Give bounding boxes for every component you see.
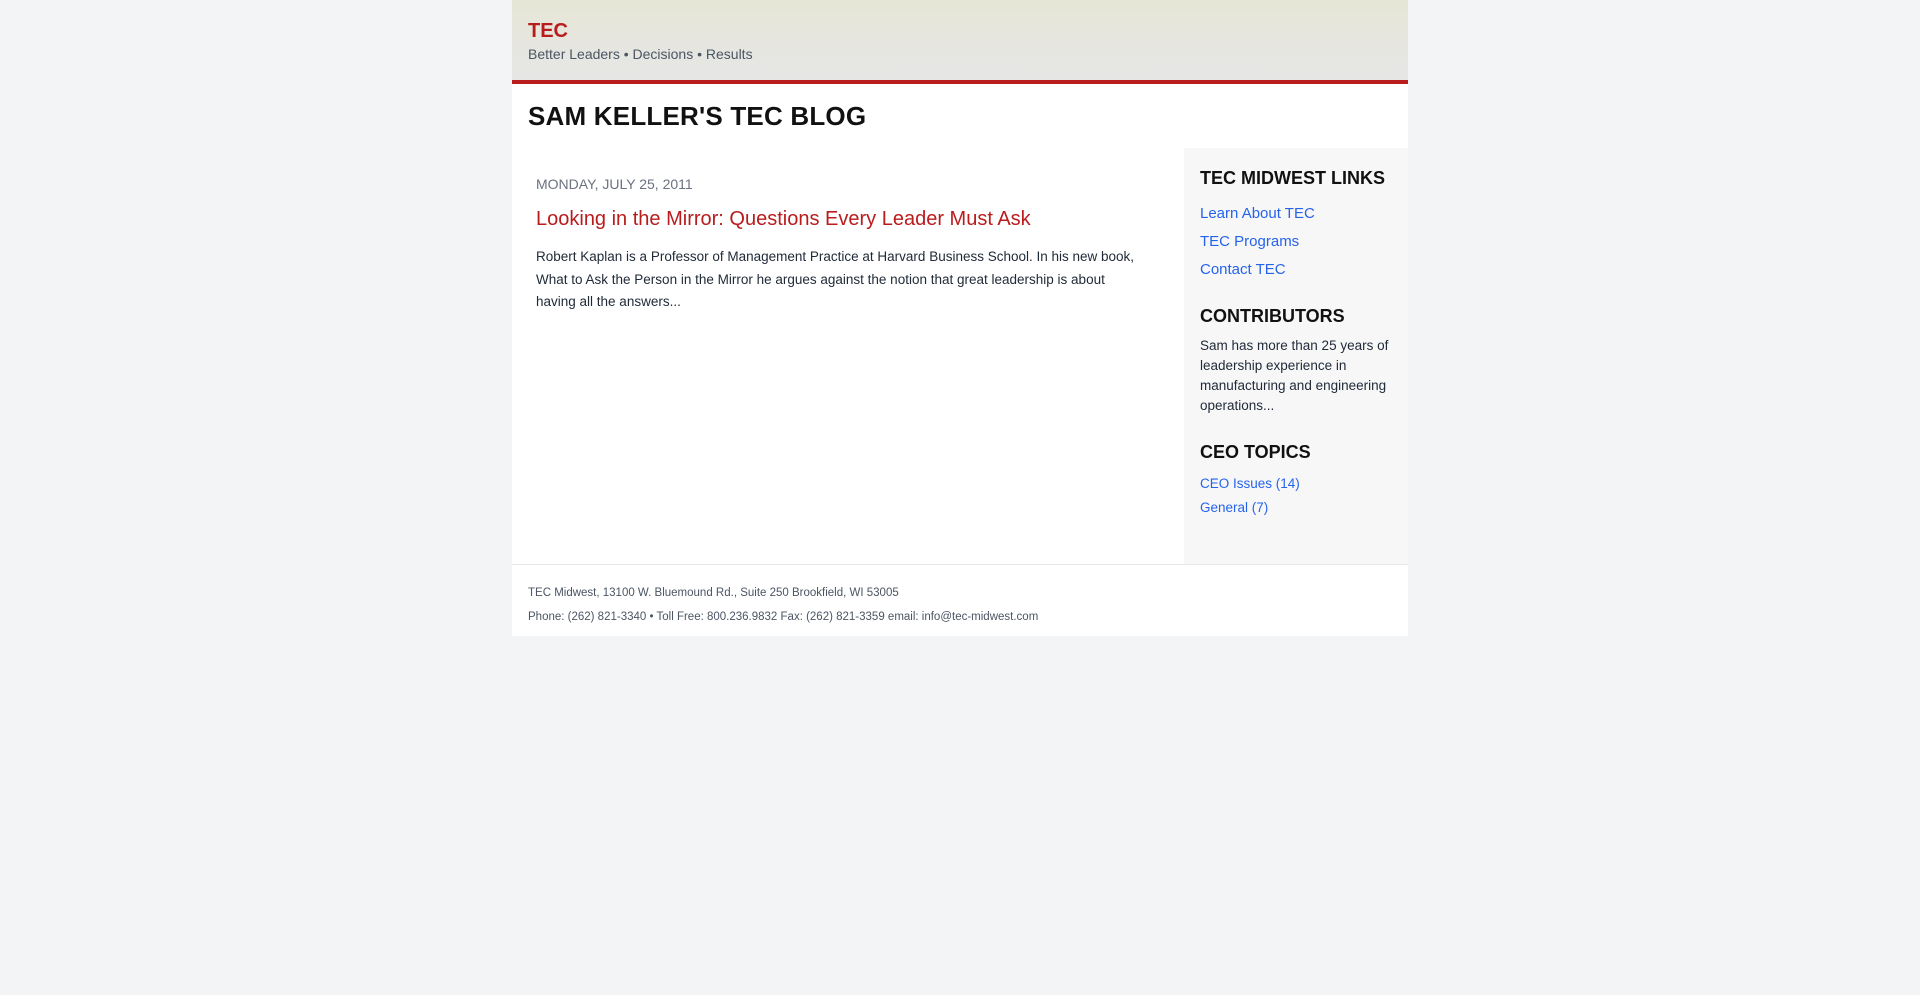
list-item: General (7) xyxy=(1200,496,1392,520)
masthead: TEC Better Leaders • Decisions • Results xyxy=(512,0,1408,84)
topic-general-link[interactable]: General (7) xyxy=(1200,500,1268,515)
footer-address: TEC Midwest, 13100 W. Bluemound Rd., Sui… xyxy=(528,587,899,599)
list-item: Contact TEC xyxy=(1200,256,1392,284)
post-excerpt: Robert Kaplan is a Professor of Manageme… xyxy=(536,249,1135,309)
post-date: MONDAY, JULY 25, 2011 xyxy=(536,176,693,192)
learn-about-tec-link[interactable]: Learn About TEC xyxy=(1200,205,1315,222)
topic-ceo-issues-link[interactable]: CEO Issues (14) xyxy=(1200,476,1300,491)
list-item: Learn About TEC xyxy=(1200,200,1392,228)
site-tagline: Better Leaders • Decisions • Results xyxy=(528,46,753,62)
contact-tec-link[interactable]: Contact TEC xyxy=(1200,261,1286,278)
blog-title: SAM KELLER'S TEC BLOG xyxy=(528,100,867,131)
site-footer: TEC Midwest, 13100 W. Bluemound Rd., Sui… xyxy=(512,564,1408,636)
midwest-links-list: Learn About TEC TEC Programs Contact TEC xyxy=(1200,200,1392,284)
blog-post: MONDAY, JULY 25, 2011 Looking in the Mir… xyxy=(536,175,1160,314)
contributors-heading: CONTRIBUTORS xyxy=(1200,306,1345,326)
topics-heading: CEO TOPICS xyxy=(1200,442,1311,462)
sidebar: TEC MIDWEST LINKS Learn About TEC TEC Pr… xyxy=(1184,148,1408,564)
post-title-link[interactable]: Looking in the Mirror: Questions Every L… xyxy=(536,206,1160,232)
main-content: MONDAY, JULY 25, 2011 Looking in the Mir… xyxy=(512,148,1184,564)
footer-contact: Phone: (262) 821-3340 • Toll Free: 800.2… xyxy=(528,611,1039,623)
brand-logo-link[interactable]: TEC xyxy=(528,19,568,43)
list-item: CEO Issues (14) xyxy=(1200,472,1392,496)
contributor-bio: Sam has more than 25 years of leadership… xyxy=(1200,338,1389,413)
page-container: TEC Better Leaders • Decisions • Results… xyxy=(512,0,1408,636)
links-heading: TEC MIDWEST LINKS xyxy=(1200,168,1385,188)
topics-list: CEO Issues (14) General (7) xyxy=(1200,472,1392,520)
tec-programs-link[interactable]: TEC Programs xyxy=(1200,233,1299,250)
content-row: MONDAY, JULY 25, 2011 Looking in the Mir… xyxy=(512,148,1408,564)
list-item: TEC Programs xyxy=(1200,228,1392,256)
